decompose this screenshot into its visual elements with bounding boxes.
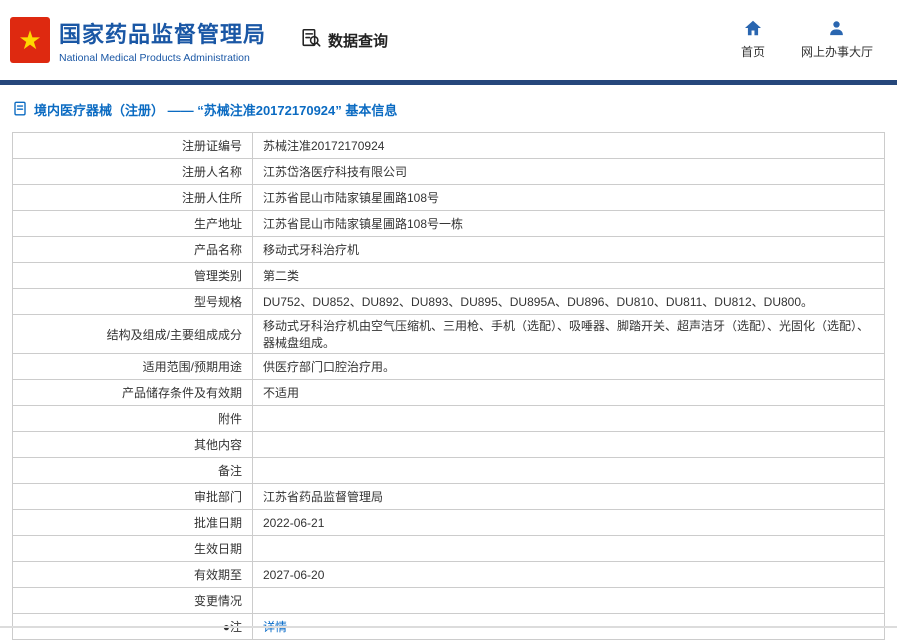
data-query-label: 数据查询 <box>328 32 389 50</box>
org-title-en: National Medical Products Administration <box>59 51 250 64</box>
field-value: 2022-06-21 <box>252 509 885 536</box>
field-value: DU752、DU852、DU892、DU893、DU895、DU895A、DU8… <box>252 288 885 315</box>
table-row: 批准日期 2022-06-21 <box>12 509 885 536</box>
nav-home-label: 首页 <box>740 45 765 59</box>
field-label: 其他内容 <box>12 431 253 458</box>
top-nav: 首页 网上办事大厅 <box>741 20 873 60</box>
field-value: 移动式牙科治疗机由空气压缩机、三用枪、手机（选配）、吸唾器、脚踏开关、超声洁牙（… <box>252 314 885 354</box>
registration-info-table: 注册证编号 苏械注准20172170924 注册人名称 江苏岱洛医疗科技有限公司… <box>12 132 885 640</box>
field-label: 有效期至 <box>12 561 253 588</box>
table-row: 产品名称 移动式牙科治疗机 <box>12 236 885 263</box>
field-label: 产品名称 <box>12 236 253 263</box>
table-row: 备注 <box>12 457 885 484</box>
field-label: 生产地址 <box>12 210 253 237</box>
table-row: 适用范围/预期用途 供医疗部门口腔治疗用。 <box>12 353 885 380</box>
org-title-block: 国家药品监督管理局 National Medical Products Admi… <box>59 17 266 64</box>
page-header: 国家药品监督管理局 National Medical Products Admi… <box>0 0 897 80</box>
field-value: 江苏省药品监督管理局 <box>252 483 885 510</box>
field-label: 变更情况 <box>12 587 253 614</box>
field-label: 审批部门 <box>12 483 253 510</box>
breadcrumb: 境内医疗器械（注册） —— “苏械注准20172170924” 基本信息 <box>0 85 897 130</box>
field-label: 注册人名称 <box>12 158 253 185</box>
document-search-icon <box>300 27 322 53</box>
field-label: 适用范围/预期用途 <box>12 353 253 380</box>
emblem-star-icon <box>18 27 41 53</box>
field-label: 结构及组成/主要组成成分 <box>12 314 253 354</box>
field-value <box>252 457 885 484</box>
field-value: 江苏岱洛医疗科技有限公司 <box>252 158 885 185</box>
table-row: 产品储存条件及有效期 不适用 <box>12 379 885 406</box>
data-query-nav[interactable]: 数据查询 <box>300 27 388 53</box>
field-value <box>252 431 885 458</box>
breadcrumb-text: 境内医疗器械（注册） —— “苏械注准20172170924” 基本信息 <box>34 103 398 118</box>
table-row: 生效日期 <box>12 535 885 562</box>
field-value <box>252 587 885 614</box>
table-row: 注册人住所 江苏省昆山市陆家镇星圃路108号 <box>12 184 885 211</box>
field-value <box>252 535 885 562</box>
table-row: 生产地址 江苏省昆山市陆家镇星圃路108号一栋 <box>12 210 885 237</box>
field-label: 附件 <box>12 405 253 432</box>
nav-item-online-hall[interactable]: 网上办事大厅 <box>801 20 873 60</box>
field-value: 江苏省昆山市陆家镇星圃路108号一栋 <box>252 210 885 237</box>
page-document-icon <box>13 101 27 119</box>
table-row: 变更情况 <box>12 587 885 614</box>
table-row: 审批部门 江苏省药品监督管理局 <box>12 483 885 510</box>
field-label: 产品储存条件及有效期 <box>12 379 253 406</box>
table-row: 管理类别 第二类 <box>12 262 885 289</box>
field-value: 第二类 <box>252 262 885 289</box>
table-row: 附件 <box>12 405 885 432</box>
home-icon <box>744 20 762 39</box>
table-row: 结构及组成/主要组成成分 移动式牙科治疗机由空气压缩机、三用枪、手机（选配）、吸… <box>12 314 885 354</box>
field-value: 江苏省昆山市陆家镇星圃路108号 <box>252 184 885 211</box>
field-label: 批准日期 <box>12 509 253 536</box>
field-label: 注册证编号 <box>12 132 253 159</box>
table-row: 其他内容 <box>12 431 885 458</box>
national-emblem-icon <box>10 17 50 63</box>
field-value: 供医疗部门口腔治疗用。 <box>252 353 885 380</box>
field-value: 2027-06-20 <box>252 561 885 588</box>
table-row: 注册证编号 苏械注准20172170924 <box>12 132 885 159</box>
field-label: 型号规格 <box>12 288 253 315</box>
field-value <box>252 405 885 432</box>
table-row: 有效期至 2027-06-20 <box>12 561 885 588</box>
field-value: 不适用 <box>252 379 885 406</box>
field-label: 生效日期 <box>12 535 253 562</box>
table-row: 型号规格 DU752、DU852、DU892、DU893、DU895、DU895… <box>12 288 885 315</box>
field-label: 注册人住所 <box>12 184 253 211</box>
field-label: 备注 <box>12 457 253 484</box>
field-value: 移动式牙科治疗机 <box>252 236 885 263</box>
person-icon <box>828 20 845 39</box>
nav-item-home[interactable]: 首页 <box>741 20 765 60</box>
field-value: 苏械注准20172170924 <box>252 132 885 159</box>
org-title-cn: 国家药品监督管理局 <box>59 21 267 47</box>
field-label: 管理类别 <box>12 262 253 289</box>
nav-hall-label: 网上办事大厅 <box>800 45 873 59</box>
table-row: 注册人名称 江苏岱洛医疗科技有限公司 <box>12 158 885 185</box>
